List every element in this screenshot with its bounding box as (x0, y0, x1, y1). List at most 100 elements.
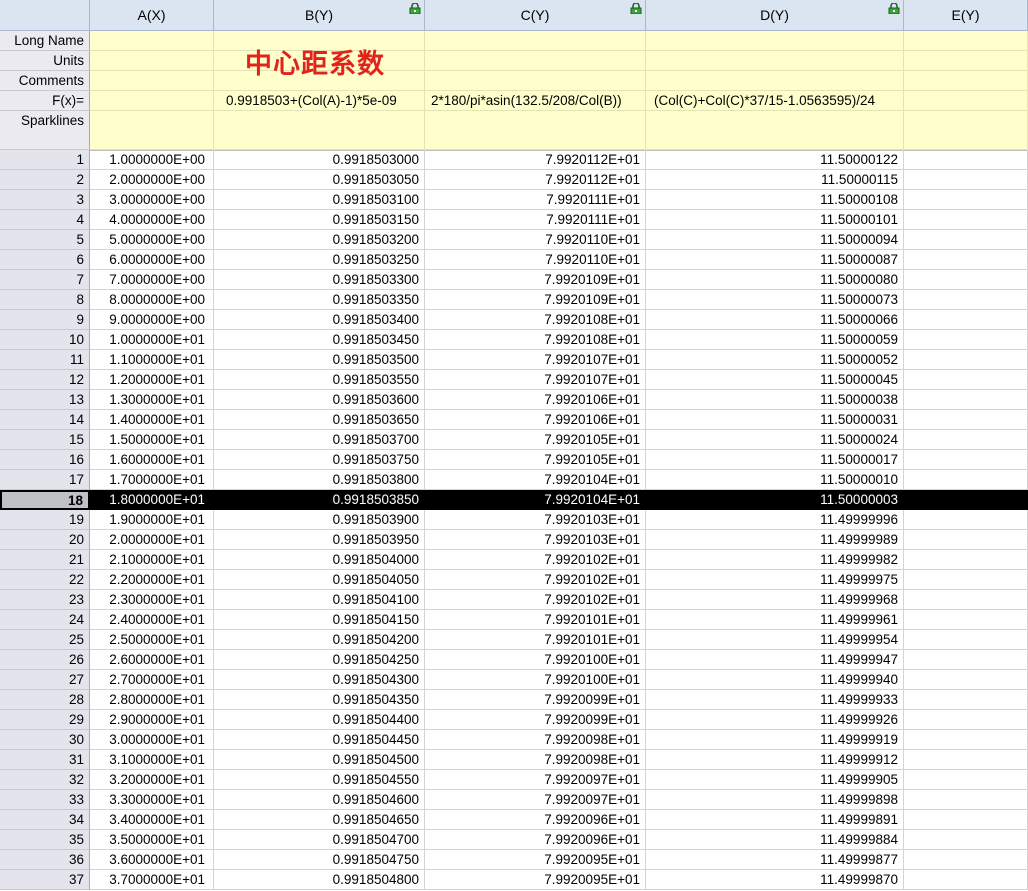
cell-e[interactable] (904, 210, 1028, 230)
row-number[interactable]: 18 (0, 490, 90, 510)
cell-e[interactable] (904, 730, 1028, 750)
cell-b[interactable]: 0.9918504000 (214, 550, 425, 570)
cell-a[interactable]: 8.0000000E+00 (90, 290, 214, 310)
cell-a[interactable]: 3.1000000E+01 (90, 750, 214, 770)
row-number[interactable]: 11 (0, 350, 90, 370)
table-row[interactable]: 17 1.7000000E+01 0.9918503800 7.9920104E+01… (0, 470, 1028, 490)
sparkline-cell-e[interactable] (904, 111, 1028, 150)
cell-e[interactable] (904, 830, 1028, 850)
cell-b[interactable]: 0.9918503100 (214, 190, 425, 210)
cell-a[interactable]: 7.0000000E+00 (90, 270, 214, 290)
table-row[interactable]: 24 2.4000000E+01 0.9918504150 7.9920101E+01… (0, 610, 1028, 630)
select-all-corner[interactable] (0, 0, 90, 31)
table-row[interactable]: 26 2.6000000E+01 0.9918504250 7.9920100E+01… (0, 650, 1028, 670)
table-row[interactable]: 4 4.0000000E+00 0.9918503150 7.9920111E+01 1… (0, 210, 1028, 230)
cell-c[interactable]: 7.9920099E+01 (425, 710, 646, 730)
cell-e[interactable] (904, 470, 1028, 490)
cell-d[interactable]: 11.50000059 (646, 330, 904, 350)
cell-d[interactable]: 11.49999933 (646, 690, 904, 710)
table-row[interactable]: 19 1.9000000E+01 0.9918503900 7.9920103E+01… (0, 510, 1028, 530)
cell-d[interactable]: 11.49999940 (646, 670, 904, 690)
cell-e[interactable] (904, 270, 1028, 290)
cell-c[interactable]: 7.9920107E+01 (425, 350, 646, 370)
long-name-cell-d[interactable] (646, 31, 904, 51)
cell-c[interactable]: 7.9920112E+01 (425, 150, 646, 170)
cell-e[interactable] (904, 870, 1028, 890)
table-row[interactable]: 7 7.0000000E+00 0.9918503300 7.9920109E+01 1… (0, 270, 1028, 290)
row-number[interactable]: 37 (0, 870, 90, 890)
table-row[interactable]: 12 1.2000000E+01 0.9918503550 7.9920107E+01… (0, 370, 1028, 390)
cell-c[interactable]: 7.9920098E+01 (425, 750, 646, 770)
cell-d[interactable]: 11.50000108 (646, 190, 904, 210)
cell-e[interactable] (904, 570, 1028, 590)
column-header-d[interactable]: D(Y) (646, 0, 904, 31)
cell-b[interactable]: 0.9918504750 (214, 850, 425, 870)
cell-e[interactable] (904, 350, 1028, 370)
cell-e[interactable] (904, 530, 1028, 550)
row-number[interactable]: 27 (0, 670, 90, 690)
cell-e[interactable] (904, 230, 1028, 250)
cell-e[interactable] (904, 290, 1028, 310)
cell-b[interactable]: 0.9918504350 (214, 690, 425, 710)
cell-b[interactable]: 0.9918503150 (214, 210, 425, 230)
long-name-cell-e[interactable] (904, 31, 1028, 51)
cell-b[interactable]: 0.9918503050 (214, 170, 425, 190)
cell-b[interactable]: 0.9918504500 (214, 750, 425, 770)
cell-a[interactable]: 1.6000000E+01 (90, 450, 214, 470)
cell-b[interactable]: 0.9918504400 (214, 710, 425, 730)
cell-b[interactable]: 0.9918503250 (214, 250, 425, 270)
table-row[interactable]: 20 2.0000000E+01 0.9918503950 7.9920103E+01… (0, 530, 1028, 550)
cell-c[interactable]: 7.9920105E+01 (425, 430, 646, 450)
table-row[interactable]: 18 1.8000000E+01 0.9918503850 7.9920104E+01… (0, 490, 1028, 510)
cell-c[interactable]: 7.9920103E+01 (425, 530, 646, 550)
cell-b[interactable]: 0.9918503200 (214, 230, 425, 250)
formula-cell-c[interactable]: 2*180/pi*asin(132.5/208/Col(B)) (425, 91, 646, 111)
cell-e[interactable] (904, 370, 1028, 390)
table-row[interactable]: 21 2.1000000E+01 0.9918504000 7.9920102E+01… (0, 550, 1028, 570)
cell-b[interactable]: 0.9918503400 (214, 310, 425, 330)
cell-b[interactable]: 0.9918503450 (214, 330, 425, 350)
cell-c[interactable]: 7.9920100E+01 (425, 650, 646, 670)
cell-b[interactable]: 0.9918503350 (214, 290, 425, 310)
row-number[interactable]: 33 (0, 790, 90, 810)
row-number[interactable]: 29 (0, 710, 90, 730)
cell-a[interactable]: 1.0000000E+00 (90, 150, 214, 170)
cell-c[interactable]: 7.9920106E+01 (425, 390, 646, 410)
cell-e[interactable] (904, 410, 1028, 430)
cell-a[interactable]: 3.0000000E+00 (90, 190, 214, 210)
cell-d[interactable]: 11.50000031 (646, 410, 904, 430)
cell-d[interactable]: 11.50000024 (646, 430, 904, 450)
row-number[interactable]: 28 (0, 690, 90, 710)
cell-c[interactable]: 7.9920110E+01 (425, 230, 646, 250)
cell-a[interactable]: 2.8000000E+01 (90, 690, 214, 710)
cell-c[interactable]: 7.9920095E+01 (425, 850, 646, 870)
table-row[interactable]: 6 6.0000000E+00 0.9918503250 7.9920110E+01 1… (0, 250, 1028, 270)
cell-d[interactable]: 11.50000038 (646, 390, 904, 410)
cell-a[interactable]: 3.2000000E+01 (90, 770, 214, 790)
formula-cell-d[interactable]: (Col(C)+Col(C)*37/15-1.0563595)/24 (646, 91, 904, 111)
formula-cell-a[interactable] (90, 91, 214, 111)
cell-a[interactable]: 2.2000000E+01 (90, 570, 214, 590)
table-row[interactable]: 11 1.1000000E+01 0.9918503500 7.9920107E+01… (0, 350, 1028, 370)
units-cell-d[interactable] (646, 51, 904, 71)
row-label-sparklines[interactable]: Sparklines (0, 111, 90, 150)
cell-a[interactable]: 1.3000000E+01 (90, 390, 214, 410)
cell-c[interactable]: 7.9920097E+01 (425, 790, 646, 810)
table-row[interactable]: 22 2.2000000E+01 0.9918504050 7.9920102E+01… (0, 570, 1028, 590)
cell-e[interactable] (904, 310, 1028, 330)
table-row[interactable]: 16 1.6000000E+01 0.9918503750 7.9920105E+01… (0, 450, 1028, 470)
cell-b[interactable]: 0.9918504650 (214, 810, 425, 830)
cell-c[interactable]: 7.9920102E+01 (425, 570, 646, 590)
cell-d[interactable]: 11.50000094 (646, 230, 904, 250)
comments-cell-d[interactable] (646, 71, 904, 91)
cell-d[interactable]: 11.49999891 (646, 810, 904, 830)
cell-d[interactable]: 11.49999961 (646, 610, 904, 630)
row-number[interactable]: 6 (0, 250, 90, 270)
row-number[interactable]: 20 (0, 530, 90, 550)
table-row[interactable]: 25 2.5000000E+01 0.9918504200 7.9920101E+01… (0, 630, 1028, 650)
row-number[interactable]: 5 (0, 230, 90, 250)
cell-c[interactable]: 7.9920099E+01 (425, 690, 646, 710)
row-number[interactable]: 22 (0, 570, 90, 590)
row-number[interactable]: 10 (0, 330, 90, 350)
cell-a[interactable]: 3.5000000E+01 (90, 830, 214, 850)
